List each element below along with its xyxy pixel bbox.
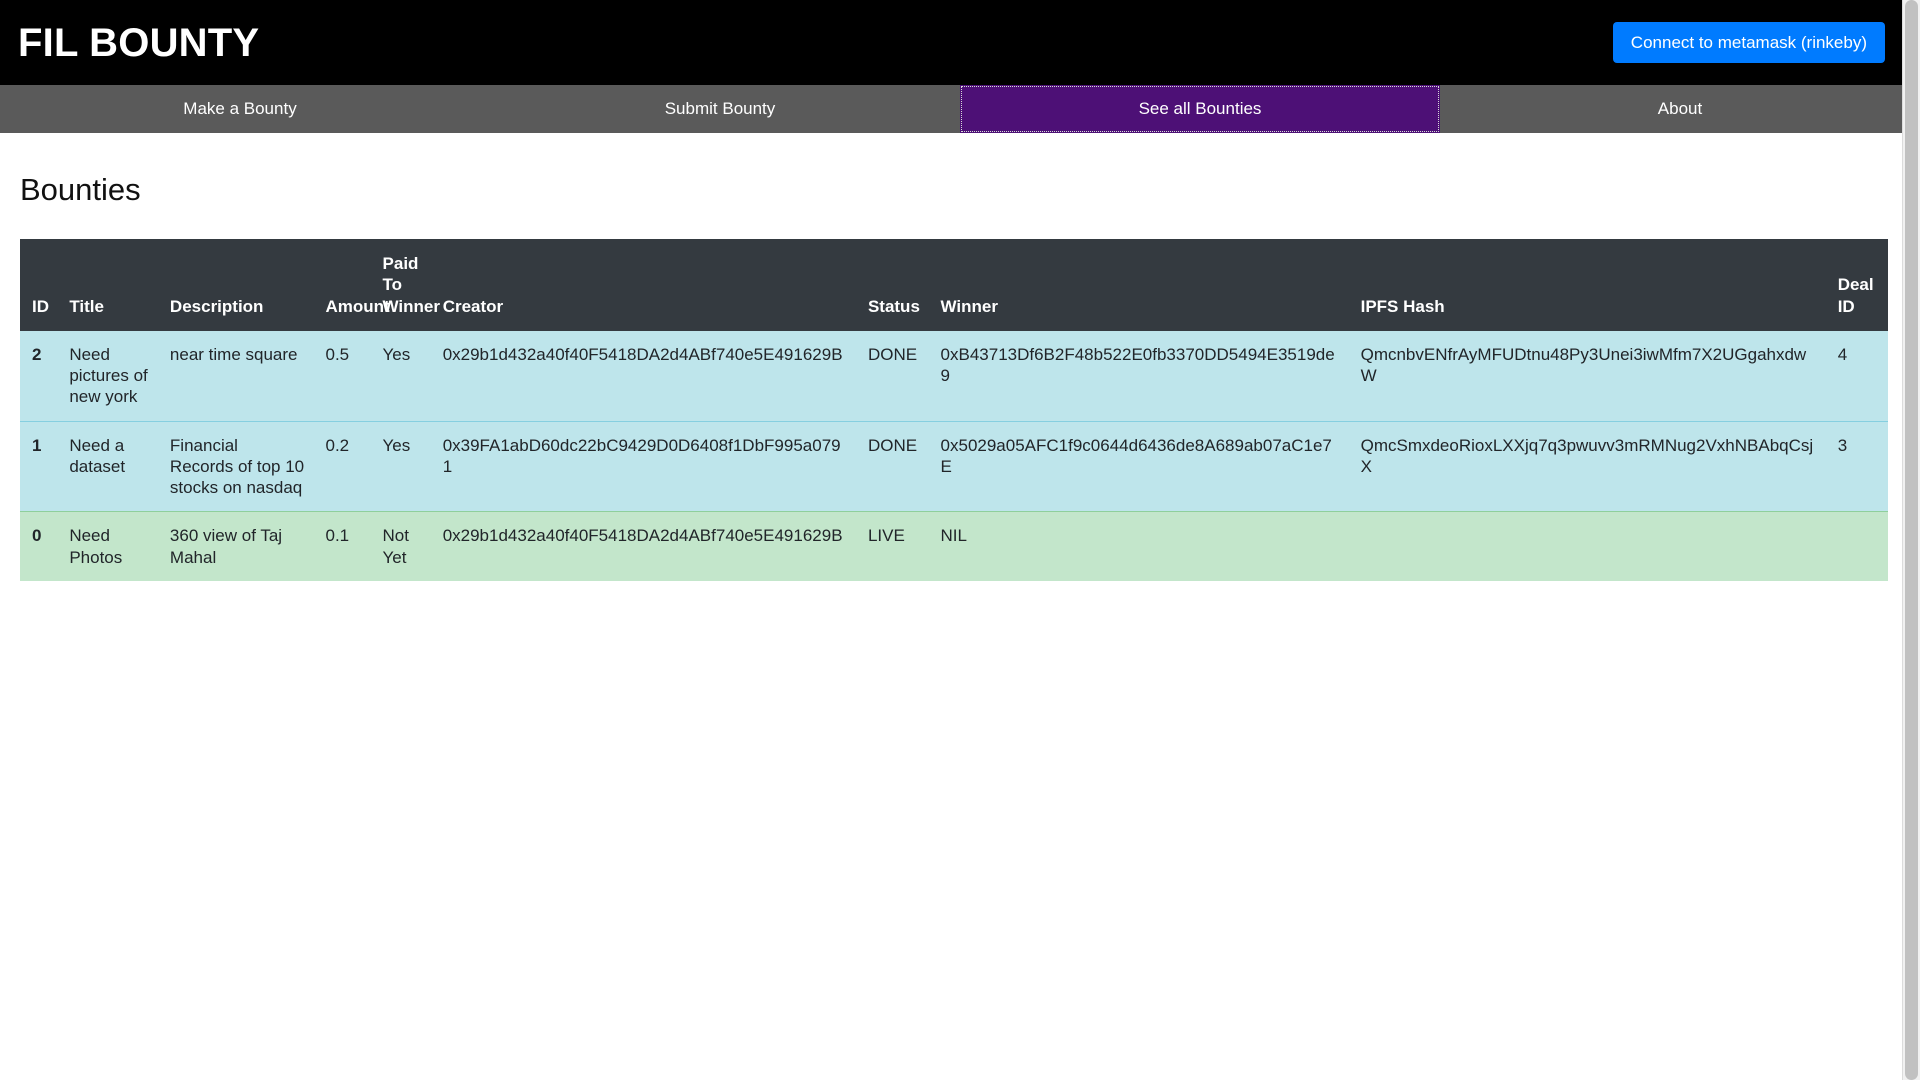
bounties-table-head: ID Title Description Amount Paid To Winn… <box>20 239 1888 331</box>
cell-paid-to-winner: Not Yet <box>370 511 431 581</box>
column-header-winner: Winner <box>928 239 1349 331</box>
cell-deal-id <box>1825 511 1888 581</box>
app-header: FIL BOUNTY Connect to metamask (rinkeby) <box>0 0 1920 85</box>
cell-title: Need Photos <box>57 511 158 581</box>
cell-winner: 0x5029a05AFC1f9c0644d6436de8A689ab07aC1e… <box>928 420 1349 512</box>
connect-metamask-button[interactable]: Connect to metamask (rinkeby) <box>1612 21 1885 64</box>
cell-id: 2 <box>32 344 42 364</box>
page-root: FIL BOUNTY Connect to metamask (rinkeby)… <box>0 0 1920 1080</box>
column-header-status: Status <box>855 239 929 331</box>
scrollbar-thumb[interactable] <box>1905 0 1918 1080</box>
main-navbar: Make a Bounty Submit Bounty See all Boun… <box>0 85 1920 133</box>
cell-amount: 0.2 <box>313 420 371 512</box>
cell-title: Need a dataset <box>57 420 158 512</box>
table-header-row: ID Title Description Amount Paid To Winn… <box>20 239 1888 331</box>
nav-item-submit-bounty[interactable]: Submit Bounty <box>480 85 960 133</box>
app-brand-title: FIL BOUNTY <box>18 20 260 65</box>
column-header-creator: Creator <box>430 239 856 331</box>
cell-amount: 0.1 <box>313 511 371 581</box>
column-header-id: ID <box>20 239 58 331</box>
cell-id: 0 <box>20 511 58 581</box>
bounties-table-container: ID Title Description Amount Paid To Winn… <box>20 239 1888 581</box>
cell-ipfs-hash: QmcnbvENfrAyMFUDtnu48Py3Unei3iwMfm7X2UGg… <box>1360 344 1807 386</box>
cell-description: near time square <box>169 344 298 364</box>
cell-paid-to-winner: Yes <box>382 344 411 364</box>
cell-creator: 0x29b1d432a40f40F5418DA2d4ABf740e5E49162… <box>442 344 843 364</box>
cell-winner: NIL <box>928 511 1349 581</box>
column-header-deal-id: Deal ID <box>1825 239 1888 331</box>
cell-amount: 0.5 <box>325 344 350 364</box>
cell-description: Financial Records of top 10 stocks on na… <box>157 420 314 512</box>
column-header-paid-to-winner: Paid To Winner <box>370 239 440 331</box>
table-row[interactable]: 1 Need a dataset Financial Records of to… <box>20 420 1888 512</box>
column-header-ipfs-hash: IPFS Hash <box>1348 239 1826 331</box>
cell-status: DONE <box>867 344 918 364</box>
nav-item-make-a-bounty[interactable]: Make a Bounty <box>0 85 480 133</box>
cell-deal-id: 4 <box>1837 344 1848 364</box>
column-header-description: Description <box>157 239 314 331</box>
bounties-table-body: 2 Need pictures of new york near time sq… <box>20 330 1888 581</box>
cell-title: Need pictures of new york <box>69 344 148 407</box>
table-row[interactable]: 0 Need Photos 360 view of Taj Mahal 0.1 … <box>20 511 1888 581</box>
page-title: Bounties <box>20 172 141 207</box>
nav-item-about[interactable]: About <box>1440 85 1920 133</box>
vertical-scrollbar[interactable] <box>1902 0 1920 1080</box>
bounties-table: ID Title Description Amount Paid To Winn… <box>20 239 1888 581</box>
cell-status: DONE <box>855 420 929 512</box>
cell-ipfs-hash <box>1348 511 1826 581</box>
table-row[interactable]: 2 Need pictures of new york near time sq… <box>20 330 1888 422</box>
cell-creator: 0x39FA1abD60dc22bC9429D0D6408f1DbF995a07… <box>430 420 856 512</box>
cell-description: 360 view of Taj Mahal <box>157 511 314 581</box>
cell-ipfs-hash: QmcSmxdeoRioxLXXjq7q3pwuvv3mRMNug2VxhNBA… <box>1348 420 1826 512</box>
cell-status: LIVE <box>855 511 929 581</box>
cell-deal-id: 3 <box>1825 420 1888 512</box>
cell-id: 1 <box>20 420 58 512</box>
cell-winner: 0xB43713Df6B2F48b522E0fb3370DD5494E3519d… <box>940 344 1335 386</box>
cell-paid-to-winner: Yes <box>370 420 431 512</box>
column-header-title: Title <box>57 239 158 331</box>
column-header-amount: Amount <box>313 239 390 331</box>
nav-item-see-all-bounties[interactable]: See all Bounties <box>960 85 1440 133</box>
cell-creator: 0x29b1d432a40f40F5418DA2d4ABf740e5E49162… <box>430 511 856 581</box>
